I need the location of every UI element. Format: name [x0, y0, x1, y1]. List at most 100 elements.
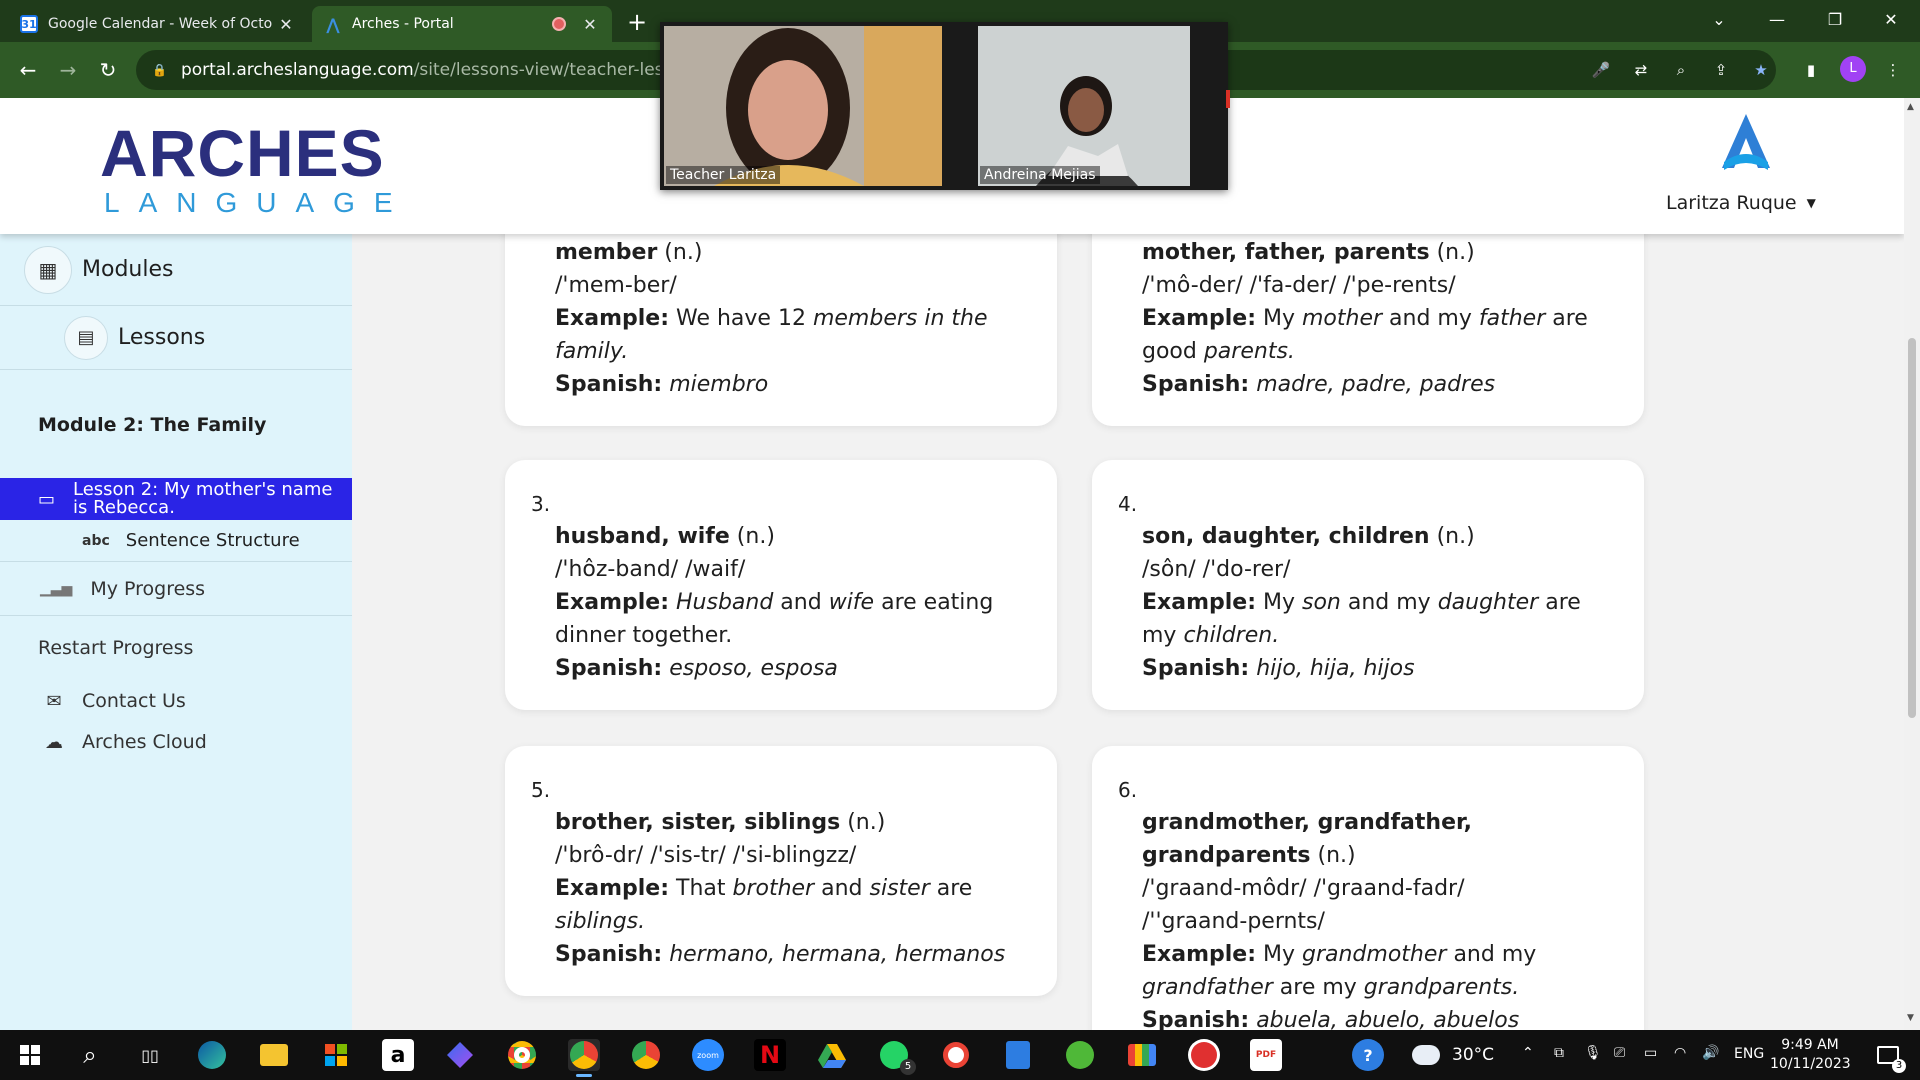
- copilot-icon[interactable]: [444, 1039, 476, 1071]
- store-icon[interactable]: [320, 1039, 352, 1071]
- help-icon[interactable]: ?: [1352, 1039, 1384, 1071]
- scrollbar-thumb[interactable]: [1908, 338, 1916, 718]
- translate-icon[interactable]: ⇄: [1628, 57, 1654, 83]
- pdf-icon[interactable]: PDF: [1250, 1039, 1282, 1071]
- side-panel-icon[interactable]: ▮: [1798, 57, 1824, 83]
- close-window-button[interactable]: ✕: [1862, 0, 1920, 40]
- example-segment: are: [929, 876, 973, 901]
- chrome-icon[interactable]: [506, 1039, 538, 1071]
- tab-google-calendar[interactable]: 31 Google Calendar - Week of Octo ✕: [8, 6, 308, 42]
- example-segment: children.: [1183, 623, 1280, 648]
- vocab-example: Example: We have 12 members in the famil…: [555, 302, 1031, 368]
- example-segment: That: [676, 876, 733, 901]
- url-host: portal.archeslanguage.com: [180, 60, 414, 80]
- sidebar-item-arches-cloud[interactable]: ☁ Arches Cloud: [40, 731, 207, 753]
- amazon-icon[interactable]: a: [382, 1039, 414, 1071]
- battery-icon[interactable]: ▭: [1644, 1045, 1657, 1061]
- sidebar-item-contact-us[interactable]: ✉ Contact Us: [40, 690, 185, 712]
- search-icon[interactable]: ⌕: [74, 1039, 106, 1071]
- spanish-label: Spanish:: [555, 942, 663, 967]
- scroll-up-icon[interactable]: ▲: [1907, 102, 1914, 112]
- spanish-label: Spanish:: [555, 656, 663, 681]
- brave-icon[interactable]: [940, 1039, 972, 1071]
- google-drive-icon[interactable]: [816, 1039, 848, 1071]
- example-segment: siblings.: [555, 909, 646, 934]
- grid-icon: ▦: [24, 245, 72, 294]
- microphone-icon[interactable]: 🎤: [1588, 57, 1614, 83]
- video-tile-teacher[interactable]: Teacher Laritza: [664, 26, 942, 186]
- new-tab-button[interactable]: +: [622, 8, 652, 38]
- sidebar-item-label: Modules: [82, 257, 174, 282]
- example-segment: and: [814, 876, 870, 901]
- scroll-down-icon[interactable]: ▼: [1907, 1013, 1914, 1023]
- example-segment: and my: [1446, 942, 1537, 967]
- tray-meet-now-icon[interactable]: ⎚: [1614, 1045, 1625, 1061]
- file-explorer-icon[interactable]: [258, 1039, 290, 1071]
- vocab-example: Example: My grandmother and my grandfath…: [1142, 938, 1564, 1004]
- reload-button[interactable]: ↻: [92, 54, 124, 86]
- sidebar-item-restart-progress[interactable]: Restart Progress: [38, 637, 193, 659]
- chrome-profile-icon[interactable]: [568, 1039, 600, 1077]
- sidebar-item-lessons[interactable]: ▤ Lessons: [0, 306, 352, 370]
- share-icon[interactable]: ⇪: [1708, 57, 1734, 83]
- vocab-ipa: /'brô-dr/ /'sis-tr/ /'si-blingzz/: [555, 843, 857, 868]
- video-call-panel[interactable]: Teacher Laritza Andreina Mejias: [660, 22, 1228, 190]
- weather-icon[interactable]: [1410, 1039, 1442, 1071]
- vocab-number: 3.: [531, 492, 551, 516]
- spanish-translation: hermano, hermana, hermanos: [669, 942, 1006, 967]
- utorrent-icon[interactable]: [1064, 1039, 1096, 1071]
- zoom-icon[interactable]: zoom: [692, 1039, 724, 1071]
- forward-button[interactable]: →: [52, 54, 84, 86]
- vocab-example: Example: My mother and my father are goo…: [1142, 302, 1618, 368]
- example-segment: son: [1302, 590, 1341, 615]
- sidebar-item-modules[interactable]: ▦ Modules: [0, 234, 352, 306]
- chrome-icon[interactable]: [630, 1039, 662, 1071]
- browser-menu-icon[interactable]: ⋮: [1880, 57, 1906, 83]
- tray-mic-icon[interactable]: 🎙: [1584, 1045, 1602, 1061]
- lock-icon[interactable]: 🔒: [152, 63, 167, 77]
- vocab-card: 6. grandmother, grandfather, grandparent…: [1092, 746, 1644, 1030]
- sidebar-item-label: Sentence Structure: [125, 530, 300, 551]
- vocab-ipa: /'hôz-band/ /waif/: [555, 557, 746, 582]
- sidebar-item-active-lesson[interactable]: ▭ Lesson 2: My mother's name is Rebecca.: [0, 478, 352, 520]
- zoom-icon[interactable]: ⌕: [1668, 57, 1694, 83]
- system-clock[interactable]: 9:49 AM 10/11/2023: [1770, 1036, 1851, 1074]
- page-scrollbar[interactable]: ▲ ▼: [1904, 98, 1920, 1030]
- restore-button[interactable]: ❐: [1806, 0, 1864, 40]
- minimize-button[interactable]: —: [1748, 0, 1806, 40]
- vocab-number: 5.: [531, 778, 551, 802]
- close-tab-icon[interactable]: ✕: [276, 15, 296, 34]
- input-language[interactable]: ENG: [1734, 1046, 1764, 1062]
- tab-arches-portal[interactable]: ⋀ Arches - Portal ✕: [312, 6, 612, 42]
- tray-overflow-icon[interactable]: ⌃: [1522, 1045, 1534, 1061]
- task-view-icon[interactable]: ▯▯: [134, 1039, 166, 1071]
- user-menu[interactable]: Laritza Ruque ▼: [1666, 192, 1816, 214]
- windows-start-icon[interactable]: [14, 1039, 46, 1071]
- volume-icon[interactable]: 🔊: [1702, 1045, 1719, 1061]
- user-name: Laritza Ruque: [1666, 192, 1797, 214]
- tray-device-icon[interactable]: ⧉: [1554, 1045, 1564, 1061]
- arches-language-logo[interactable]: ARCHES LANGUAGE: [100, 120, 400, 220]
- back-button[interactable]: ←: [12, 54, 44, 86]
- tab-title: Google Calendar - Week of Octo: [48, 16, 273, 32]
- logo-arches: ARCHES: [100, 116, 385, 190]
- sidebar-item-my-progress[interactable]: ▁▃▅ My Progress: [0, 562, 352, 616]
- clock-date: 10/11/2023: [1770, 1056, 1851, 1072]
- whatsapp-icon[interactable]: 5: [878, 1039, 916, 1075]
- tab-title: Arches - Portal: [352, 16, 454, 32]
- tab-search-icon[interactable]: ⌄: [1690, 0, 1748, 40]
- temperature[interactable]: 30°C: [1452, 1045, 1494, 1065]
- notifications-icon[interactable]: 3: [1872, 1039, 1906, 1073]
- profile-avatar[interactable]: L: [1840, 56, 1866, 82]
- wifi-icon[interactable]: ◠: [1674, 1045, 1686, 1061]
- sidebar-item-sentence-structure[interactable]: abc Sentence Structure: [0, 520, 352, 562]
- bookmark-star-icon[interactable]: ★: [1748, 57, 1774, 83]
- close-tab-icon[interactable]: ✕: [580, 15, 600, 34]
- record-icon[interactable]: [1188, 1039, 1220, 1071]
- meet-icon[interactable]: [1126, 1039, 1158, 1071]
- edge-icon[interactable]: [196, 1039, 228, 1071]
- calculator-icon[interactable]: [1002, 1039, 1034, 1071]
- netflix-icon[interactable]: N: [754, 1039, 786, 1071]
- example-segment: brother: [732, 876, 815, 901]
- video-tile-student[interactable]: Andreina Mejias: [978, 26, 1190, 186]
